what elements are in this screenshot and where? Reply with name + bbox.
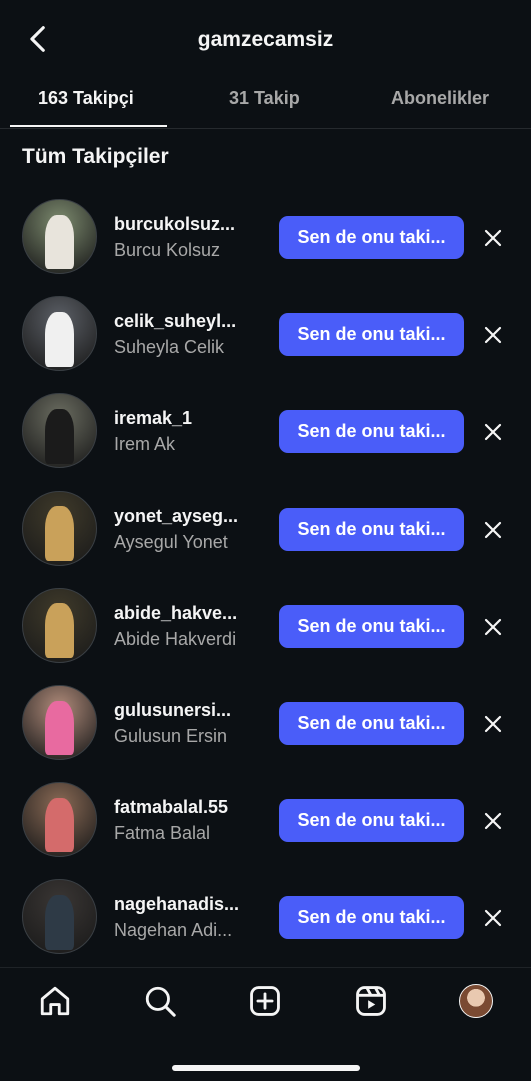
avatar[interactable]	[22, 296, 97, 372]
full-name: Nagehan Adi...	[114, 920, 233, 941]
full-name: Irem Ak	[114, 434, 176, 455]
close-icon[interactable]	[481, 226, 505, 250]
tab-followers[interactable]: 163 Takipçi	[38, 88, 134, 109]
active-tab-indicator	[10, 125, 167, 127]
close-icon[interactable]	[481, 615, 505, 639]
home-indicator	[172, 1065, 360, 1071]
avatar[interactable]	[22, 587, 97, 663]
username[interactable]: celik_suheyl...	[114, 311, 264, 332]
list-item[interactable]: iremak_1 Irem Ak Sen de onu taki...	[0, 383, 531, 480]
follow-back-button[interactable]: Sen de onu taki...	[279, 799, 464, 843]
avatar[interactable]	[22, 490, 97, 566]
page-title: gamzecamsiz	[197, 28, 334, 51]
close-icon[interactable]	[481, 906, 505, 930]
avatar[interactable]	[22, 782, 97, 858]
full-name: Aysegul Yonet	[114, 531, 228, 552]
home-icon[interactable]	[38, 984, 72, 1018]
list-item[interactable]: abide_hakve... Abide Hakverdi Sen de onu…	[0, 578, 531, 675]
username[interactable]: burcukolsuz...	[114, 214, 264, 235]
section-title: Tüm Takipçiler	[22, 145, 169, 168]
username[interactable]: abide_hakve...	[114, 603, 264, 624]
avatar[interactable]	[22, 393, 97, 469]
close-icon[interactable]	[481, 323, 505, 347]
full-name: Abide Hakverdi	[114, 628, 237, 649]
username[interactable]: gulusunersi...	[114, 700, 264, 721]
reels-icon[interactable]	[354, 984, 388, 1018]
follow-back-button[interactable]: Sen de onu taki...	[279, 216, 464, 259]
follow-back-button[interactable]: Sen de onu taki...	[279, 313, 464, 357]
tab-bar: 163 Takipçi 31 Takip Abonelikler	[0, 80, 531, 129]
header: gamzecamsiz	[0, 0, 531, 80]
list-item[interactable]: fatmabalal.55 Fatma Balal Sen de onu tak…	[0, 772, 531, 869]
follow-back-button[interactable]: Sen de onu taki...	[279, 896, 464, 940]
follow-back-button[interactable]: Sen de onu taki...	[279, 701, 464, 745]
close-icon[interactable]	[481, 809, 505, 833]
profile-avatar[interactable]	[459, 984, 493, 1018]
full-name: Suheyla Celik	[114, 337, 225, 358]
create-icon[interactable]	[248, 984, 282, 1018]
list-item[interactable]: burcukolsuz... Burcu Kolsuz Sen de onu t…	[0, 189, 531, 286]
tab-following[interactable]: 31 Takip	[229, 88, 300, 109]
bottom-nav	[0, 967, 531, 1081]
avatar[interactable]	[22, 199, 97, 274]
follow-back-button[interactable]: Sen de onu taki...	[279, 507, 464, 551]
list-item[interactable]: gulusunersi... Gulusun Ersin Sen de onu …	[0, 675, 531, 772]
avatar[interactable]	[22, 684, 97, 760]
list-item[interactable]: celik_suheyl... Suheyla Celik Sen de onu…	[0, 286, 531, 383]
username[interactable]: nagehanadis...	[114, 894, 264, 915]
close-icon[interactable]	[481, 420, 505, 444]
search-icon[interactable]	[143, 984, 177, 1018]
follow-back-button[interactable]: Sen de onu taki...	[279, 604, 464, 648]
full-name: Burcu Kolsuz	[114, 240, 221, 260]
close-icon[interactable]	[481, 712, 505, 736]
tab-subscriptions[interactable]: Abonelikler	[391, 88, 489, 109]
list-item[interactable]: yonet_ayseg... Aysegul Yonet Sen de onu …	[0, 481, 531, 578]
avatar[interactable]	[22, 879, 97, 955]
username[interactable]: iremak_1	[114, 408, 264, 429]
full-name: Gulusun Ersin	[114, 725, 228, 746]
username[interactable]: fatmabalal.55	[114, 797, 264, 818]
list-item[interactable]: nagehanadis... Nagehan Adi... Sen de onu…	[0, 869, 531, 966]
username[interactable]: yonet_ayseg...	[114, 506, 264, 527]
follow-back-button[interactable]: Sen de onu taki...	[279, 410, 464, 454]
followers-list: burcukolsuz... Burcu Kolsuz Sen de onu t…	[0, 189, 531, 967]
full-name: Fatma Balal	[114, 823, 211, 844]
close-icon[interactable]	[481, 518, 505, 542]
